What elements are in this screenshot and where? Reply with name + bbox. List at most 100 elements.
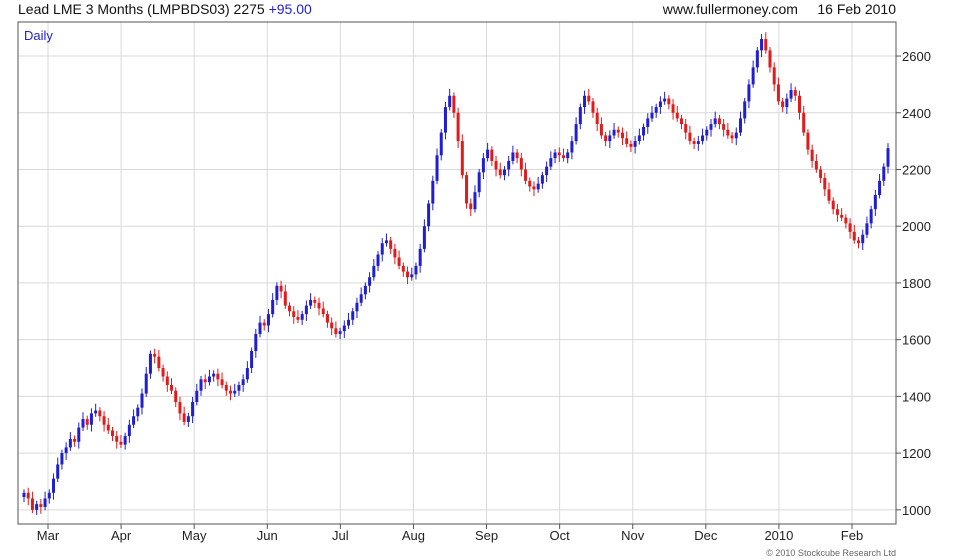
candle-body [233, 390, 237, 394]
candle-body [540, 175, 544, 184]
candle-body [840, 214, 844, 218]
candle-body [81, 419, 85, 428]
candle-body [393, 248, 397, 258]
candle-body [465, 175, 469, 204]
candle-body [406, 271, 410, 278]
candle-body [60, 453, 64, 465]
candle-body [873, 195, 877, 210]
x-axis-ticks: Mar Apr May Jun Jul Aug Sep Oct Nov Dec 2010 Feb [37, 524, 863, 543]
y-tick-label: 2000 [902, 219, 931, 234]
candle-body [810, 149, 814, 161]
period-label: Daily [24, 28, 53, 43]
candle-body [26, 492, 30, 499]
candle-body [797, 95, 801, 113]
candle-body [532, 186, 536, 190]
candle-body [384, 240, 388, 244]
candle-body [245, 368, 249, 380]
candle-body [102, 416, 106, 425]
candle-body [363, 285, 367, 295]
candle-body [814, 160, 818, 170]
candle-body [115, 436, 119, 442]
candle-body [671, 104, 675, 113]
candle-body [98, 410, 102, 417]
candle-body [705, 129, 709, 136]
candle-body [743, 101, 747, 119]
candle-body [73, 438, 77, 442]
y-tick-label: 1000 [902, 503, 931, 518]
candle-body [359, 294, 363, 303]
copyright: © 2010 Stockcube Research Ltd [766, 548, 896, 558]
candle-body [174, 390, 178, 403]
candle-body [334, 328, 338, 334]
candle-body [878, 180, 882, 196]
candle-body [515, 152, 519, 159]
candle-body [132, 416, 136, 425]
candle-body [68, 438, 72, 448]
candle-body [35, 504, 39, 510]
candle-body [89, 413, 93, 425]
candle-body [848, 223, 852, 232]
candle-body [292, 311, 296, 317]
candle-body [165, 376, 169, 386]
candle-body [835, 209, 839, 215]
candle-body [439, 132, 443, 156]
candle-body [52, 478, 56, 493]
x-tick-label: Feb [841, 528, 863, 543]
candle-body [123, 436, 127, 445]
candle-body [528, 180, 532, 187]
candle-body [207, 376, 211, 383]
candle-body [781, 101, 785, 108]
candle-body [629, 143, 633, 147]
candle-body [448, 95, 452, 108]
candle-body [56, 464, 60, 479]
candle-body [549, 158, 553, 167]
candle-body [182, 413, 186, 422]
candle-body [229, 390, 233, 394]
y-tick-label: 2200 [902, 162, 931, 177]
candle-body [77, 427, 81, 442]
candle-body [663, 98, 667, 102]
candle-body [321, 308, 325, 315]
candle-body [844, 217, 848, 224]
candle-body [827, 189, 831, 201]
candle-body [313, 299, 317, 303]
candle-body [654, 107, 658, 113]
candle-body [186, 416, 190, 422]
candle-body [604, 135, 608, 142]
x-tick-label: Jun [257, 528, 278, 543]
candle-body [389, 240, 393, 249]
x-tick-label: Aug [402, 528, 425, 543]
candle-body [237, 385, 241, 391]
plot-frame [17, 21, 897, 525]
x-tick-label: Dec [694, 528, 718, 543]
candle-body [646, 118, 650, 127]
candle-body [557, 152, 561, 156]
candle-body [886, 148, 890, 167]
candle-body [566, 152, 570, 159]
candle-body [599, 124, 603, 136]
candle-body [730, 135, 734, 139]
candle-body [658, 101, 662, 108]
candle-body [477, 172, 481, 193]
candle-body [823, 177, 827, 190]
candle-body [410, 274, 414, 278]
candle-body [94, 410, 98, 414]
candle-body [380, 243, 384, 255]
x-tick-label: 2010 [764, 528, 793, 543]
candle-body [85, 419, 89, 425]
x-tick-label: Sep [475, 528, 498, 543]
candle-body [418, 248, 422, 266]
candle-body [106, 424, 110, 431]
candle-body [490, 149, 494, 161]
candle-body [583, 95, 587, 108]
candle-body [650, 112, 654, 119]
candle-body [266, 314, 270, 326]
candle-body [717, 118, 721, 125]
candle-body [502, 169, 506, 176]
candle-body [578, 107, 582, 125]
candle-body [325, 314, 329, 323]
candle-body [709, 124, 713, 130]
candle-body [338, 331, 342, 334]
candle-body [144, 373, 148, 394]
candle-body [692, 141, 696, 144]
